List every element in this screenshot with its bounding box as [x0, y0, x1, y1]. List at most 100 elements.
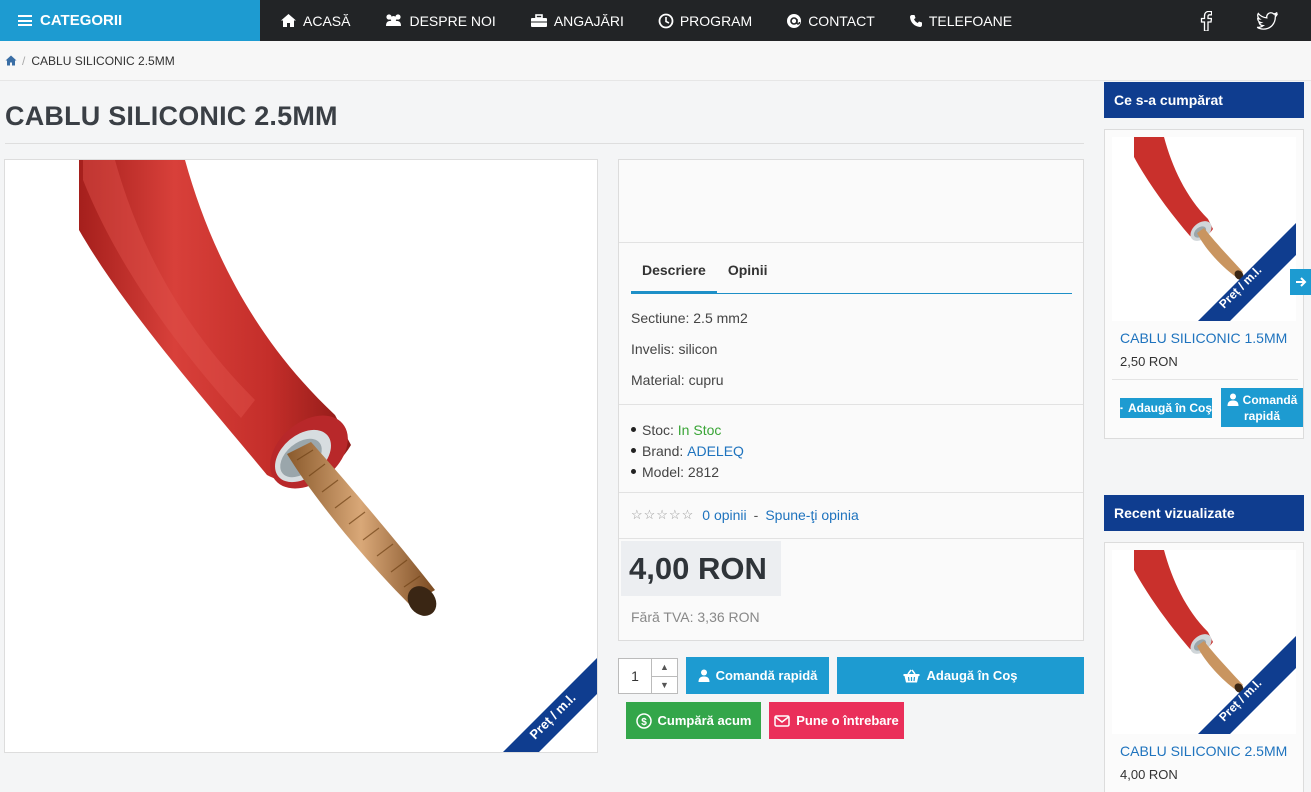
facebook-link[interactable] [1186, 0, 1226, 41]
panel-header-area [619, 160, 1083, 243]
rating-row: ☆☆☆☆☆ 0 opinii - Spune-ţi opinia [631, 507, 859, 523]
divider [619, 538, 1083, 539]
ask-question-button[interactable]: Pune o întrebare [769, 702, 904, 739]
basket-icon [903, 669, 920, 682]
page-title: CABLU SILICONIC 2.5MM [5, 101, 338, 131]
mail-icon [787, 13, 802, 28]
quantity-decrease-icon[interactable]: ▼ [652, 677, 677, 694]
categories-label: CATEGORII [40, 12, 123, 29]
nav-item-label: TELEFOANE [928, 12, 1013, 29]
tab-reviews[interactable]: Opinii [717, 258, 779, 293]
stock-status: In Stoc [677, 421, 722, 438]
divider [619, 492, 1083, 493]
breadcrumb-current: CABLU SILICONIC 2.5MM [31, 53, 175, 68]
sidebar-product-price: 2,50 RON [1120, 354, 1178, 369]
sidebar-quick-order-label-2: rapidă [1243, 408, 1280, 423]
nav-item-label: ACASĂ [303, 12, 351, 29]
stock-row: Stoc: In Stoc [631, 419, 744, 440]
ask-question-label: Pune o întrebare [796, 713, 899, 728]
title-divider [5, 143, 1084, 144]
cable-image: Preț / m.l. [79, 160, 597, 752]
brand-link[interactable]: ADELEQ [687, 443, 744, 459]
breadcrumb-separator: / [22, 53, 26, 68]
write-review-link[interactable]: Spune-ţi opinia [765, 507, 858, 523]
sidebar-recent-price: 4,00 RON [1120, 767, 1178, 782]
divider [619, 404, 1083, 405]
menu-icon [18, 15, 32, 26]
rating-separator: - [753, 507, 759, 523]
twitter-icon [1256, 11, 1278, 30]
breadcrumb: / CABLU SILICONIC 2.5MM [0, 41, 1311, 81]
user-icon [698, 669, 710, 682]
product-image[interactable]: Preț / m.l. [4, 159, 598, 753]
clock-icon [658, 13, 674, 28]
sidebar-recent-image[interactable]: Preț / m.l. [1112, 550, 1296, 734]
users-icon [386, 14, 402, 26]
quantity-increase-icon[interactable]: ▲ [652, 659, 677, 677]
add-to-cart-label: Adaugă în Coş [926, 668, 1018, 683]
nav-item-jobs[interactable]: ANGAJĂRI [530, 0, 646, 41]
quantity-stepper: ▲ ▼ [618, 658, 678, 694]
quick-order-label: Comandă rapidă [715, 668, 818, 683]
tab-description[interactable]: Descriere [631, 258, 717, 294]
sidebar-product-image[interactable]: Preț / m.l. [1112, 137, 1296, 321]
phone-icon [909, 14, 922, 27]
product-tabs: Descriere Opinii [631, 258, 1072, 294]
reviews-count-link[interactable]: 0 opinii [702, 507, 746, 523]
nav-item-label: PROGRAM [679, 12, 753, 29]
dollar-circle-icon: $ [635, 712, 652, 729]
envelope-icon [774, 714, 790, 727]
sidebar-recent-name[interactable]: CABLU SILICONIC 2.5MM [1120, 743, 1287, 759]
carousel-next-button[interactable] [1290, 269, 1311, 295]
cable-thumbnail: Preț / m.l. [1134, 137, 1296, 321]
home-icon[interactable] [5, 55, 17, 66]
nav-item-contact[interactable]: CONTACT [786, 0, 897, 41]
product-info-panel: Descriere Opinii Sectiune: 2.5 mm2 Invel… [618, 159, 1084, 641]
nav-item-label: CONTACT [808, 12, 875, 29]
star-rating-icon: ☆☆☆☆☆ [631, 507, 695, 522]
nav-item-phones[interactable]: TELEFOANE [909, 0, 1034, 41]
arrow-right-icon [1295, 277, 1306, 287]
cable-thumbnail: Preț / m.l. [1134, 550, 1296, 734]
model-value: 2812 [687, 463, 720, 480]
sidebar-quick-order-label: Comandă [1242, 392, 1298, 407]
product-attributes: Stoc: In Stoc Brand: ADELEQ Model: 2812 [631, 419, 744, 482]
facebook-icon [1200, 10, 1212, 31]
brand-row: Brand: ADELEQ [631, 440, 744, 461]
home-icon [281, 14, 296, 27]
quantity-input[interactable] [619, 659, 651, 693]
spec-section: Sectiune: 2.5 mm2 [631, 310, 748, 326]
product-price: 4,00 RON [621, 541, 781, 596]
divider [1112, 379, 1298, 380]
sidebar-recent-header: Recent vizualizate [1104, 495, 1304, 531]
sidebar-bought-header: Ce s-a cumpărat [1104, 82, 1304, 118]
spec-material: Material: cupru [631, 372, 724, 388]
quick-order-button[interactable]: Comandă rapidă [686, 657, 829, 694]
top-navigation: CATEGORII ACASĂ DESPRE NOI ANGAJĂRI PROG… [0, 0, 1311, 41]
nav-item-home[interactable]: ACASĂ [280, 0, 372, 41]
model-row: Model: 2812 [631, 461, 744, 482]
model-label: Model: [642, 463, 685, 480]
nav-item-about[interactable]: DESPRE NOI [384, 0, 517, 41]
nav-item-label: DESPRE NOI [409, 12, 496, 29]
sidebar-add-to-cart-button[interactable]: Adaugă în Coş [1120, 398, 1212, 418]
spec-insulation: Invelis: silicon [631, 341, 718, 357]
sidebar-recent-card: Preț / m.l. CABLU SILICONIC 2.5MM 4,00 R… [1104, 542, 1304, 792]
briefcase-icon [530, 13, 547, 27]
sidebar-bought-card: Preț / m.l. CABLU SILICONIC 1.5MM 2,50 R… [1104, 129, 1304, 439]
price-without-vat: Fără TVA: 3,36 RON [631, 609, 760, 625]
sidebar-product-name[interactable]: CABLU SILICONIC 1.5MM [1120, 330, 1287, 346]
nav-item-label: ANGAJĂRI [553, 12, 624, 29]
add-to-cart-button[interactable]: Adaugă în Coş [837, 657, 1084, 694]
brand-label: Brand: [642, 442, 684, 459]
product-description: Sectiune: 2.5 mm2 Invelis: silicon Mater… [631, 310, 748, 403]
categories-button[interactable]: CATEGORII [0, 0, 260, 41]
buy-now-button[interactable]: $ Cumpără acum [626, 702, 761, 739]
twitter-link[interactable] [1247, 0, 1287, 41]
svg-text:$: $ [641, 717, 647, 728]
basket-icon [1120, 406, 1123, 410]
buy-now-label: Cumpără acum [657, 713, 752, 728]
nav-item-program[interactable]: PROGRAM [658, 0, 774, 41]
sidebar-add-to-cart-label: Adaugă în Coş [1127, 401, 1212, 415]
sidebar-quick-order-button[interactable]: Comandă rapidă [1221, 388, 1303, 427]
